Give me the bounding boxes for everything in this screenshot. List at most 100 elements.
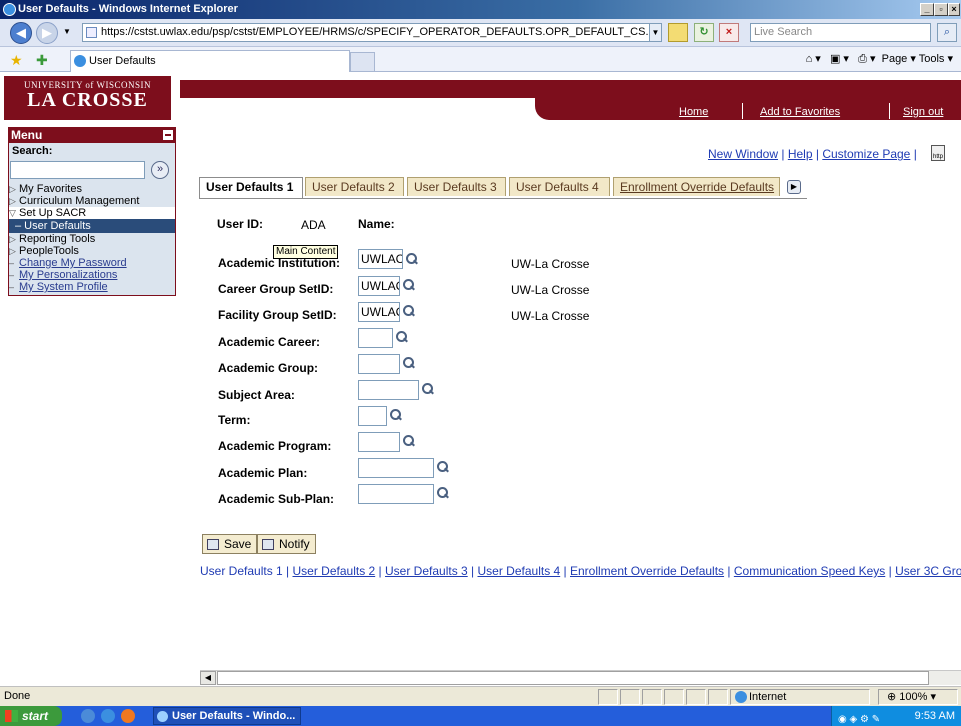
lookup-icon[interactable] — [422, 383, 433, 394]
menu-item-change-my-password[interactable]: – Change My Password — [9, 257, 175, 269]
address-dropdown[interactable]: ▼ — [649, 23, 662, 42]
logo-line1: UNIVERSITY of WISCONSIN — [24, 80, 151, 90]
menu-item-set-up-sacr[interactable]: ▽ Set Up SACR — [9, 207, 175, 219]
minimize-button[interactable]: _ — [920, 3, 934, 16]
home-link[interactable]: Home — [679, 106, 708, 118]
scroll-left-button[interactable]: ◀ — [200, 671, 216, 685]
term-input[interactable] — [358, 406, 387, 426]
menu-item-my-favorites[interactable]: ▷ My Favorites — [9, 183, 175, 195]
firefox-icon[interactable] — [121, 709, 135, 723]
desktop-icon[interactable] — [81, 709, 95, 723]
menu-item-my-system-profile[interactable]: – My System Profile — [9, 281, 175, 295]
academic-program-input[interactable] — [358, 432, 400, 452]
lookup-icon[interactable] — [406, 253, 417, 264]
horizontal-scrollbar[interactable]: ◀ — [200, 670, 961, 685]
menu-item-reporting-tools[interactable]: ▷ Reporting Tools — [9, 233, 175, 245]
forward-button[interactable]: ▶ — [36, 22, 58, 44]
address-bar-row: ◀ ▶ ▼ https://cstst.uwlax.edu/psp/cstst/… — [0, 19, 961, 47]
collapse-menu-icon[interactable] — [163, 130, 173, 140]
menu-item-label: Curriculum Management — [19, 195, 140, 207]
academic-sub-plan-input[interactable] — [358, 484, 434, 504]
start-button[interactable]: start — [0, 706, 62, 726]
system-tray: ◉ ◈ ⚙ ✎ 9:53 AM — [831, 706, 961, 726]
zoom-control[interactable]: ⊕ 100% ▾ — [878, 689, 958, 705]
tray-icons[interactable]: ◉ ◈ ⚙ ✎ — [838, 710, 880, 726]
customize-page-link[interactable]: Customize Page — [822, 147, 910, 161]
user-defaults-3-link[interactable]: User Defaults 3 — [385, 564, 468, 578]
menu-item-user-defaults[interactable]: – User Defaults — [9, 219, 175, 233]
history-dropdown[interactable]: ▼ — [63, 27, 71, 36]
menu-link[interactable]: My System Profile — [19, 281, 108, 293]
tab-user-defaults-1[interactable]: User Defaults 1 — [199, 177, 303, 198]
address-input[interactable]: https://cstst.uwlax.edu/psp/cstst/EMPLOY… — [82, 23, 662, 42]
http-help-icon[interactable]: http — [931, 145, 945, 161]
header-nav-bar — [535, 98, 961, 120]
maximize-button[interactable]: ▫ — [934, 3, 948, 16]
security-zone[interactable]: Internet — [730, 689, 870, 705]
lookup-icon[interactable] — [403, 305, 414, 316]
career-group-setid-input[interactable]: UWLAC — [358, 276, 400, 296]
lookup-icon[interactable] — [437, 487, 448, 498]
lookup-icon[interactable] — [403, 279, 414, 290]
academic-institution-desc: UW-La Crosse — [511, 257, 590, 271]
favorites-star-icon[interactable]: ★ — [10, 52, 23, 69]
command-bar[interactable]: ⌂ ▾ ▣ ▾ ⎙ ▾ Page ▾ Tools ▾ — [806, 52, 953, 66]
ie-icon[interactable] — [101, 709, 115, 723]
close-button[interactable]: × — [948, 3, 960, 16]
menu-link[interactable]: My Personalizations — [19, 269, 117, 281]
scrollbar-thumb[interactable] — [217, 671, 929, 685]
lookup-icon[interactable] — [390, 409, 401, 420]
taskbar-item-user-defaults[interactable]: User Defaults - Windo... — [153, 707, 301, 725]
browser-tab-user-defaults[interactable]: User Defaults — [70, 50, 350, 72]
help-link[interactable]: Help — [788, 147, 813, 161]
task-label: User Defaults - Windo... — [172, 710, 296, 722]
menu-link[interactable]: Change My Password — [19, 257, 127, 269]
next-tab-arrow-icon[interactable]: ▶ — [787, 180, 801, 194]
subject-area-input[interactable] — [358, 380, 419, 400]
live-search-input[interactable]: Live Search — [750, 23, 931, 42]
enrollment-override-defaults-link[interactable]: Enrollment Override Defaults — [570, 564, 724, 578]
user-defaults-4-link[interactable]: User Defaults 4 — [478, 564, 561, 578]
lookup-icon[interactable] — [403, 357, 414, 368]
academic-career-input[interactable] — [358, 328, 393, 348]
new-tab-button[interactable] — [350, 52, 375, 72]
user-3c-groups-link[interactable]: User 3C Groups S — [895, 564, 961, 578]
new-window-link[interactable]: New Window — [708, 147, 778, 161]
academic-group-input[interactable] — [358, 354, 400, 374]
sign-out-link[interactable]: Sign out — [903, 106, 943, 118]
tab-enrollment-override-defaults[interactable]: Enrollment Override Defaults — [613, 177, 780, 196]
menu-title: Menu — [11, 128, 43, 142]
lookup-icon[interactable] — [437, 461, 448, 472]
menu-item-curriculum-management[interactable]: ▷ Curriculum Management — [9, 195, 175, 207]
zoom-label: 100% — [899, 691, 928, 703]
menu-item-label: Set Up SACR — [19, 207, 87, 219]
academic-plan-input[interactable] — [358, 458, 434, 478]
bottom-page-links: User Defaults 1 | User Defaults 2 | User… — [200, 564, 961, 578]
tab-user-defaults-4[interactable]: User Defaults 4 — [509, 177, 610, 196]
add-to-favorites-link[interactable]: Add to Favorites — [760, 106, 840, 118]
tab-user-defaults-2[interactable]: User Defaults 2 — [305, 177, 404, 196]
user-defaults-2-link[interactable]: User Defaults 2 — [293, 564, 376, 578]
status-cell — [664, 689, 684, 705]
window-title: User Defaults - Windows Internet Explore… — [18, 3, 238, 15]
save-button[interactable]: Save — [202, 534, 258, 554]
facility-group-setid-input[interactable]: UWLAC — [358, 302, 400, 322]
search-button[interactable]: ⌕ — [937, 23, 957, 42]
tab-user-defaults-3[interactable]: User Defaults 3 — [407, 177, 506, 196]
menu-item-my-personalizations[interactable]: – My Personalizations — [9, 269, 175, 281]
back-button[interactable]: ◀ — [10, 22, 32, 44]
window-title-bar[interactable]: User Defaults - Windows Internet Explore… — [0, 0, 961, 19]
add-favorite-icon[interactable]: ✚ — [36, 52, 48, 69]
refresh-button[interactable]: ↻ — [694, 23, 714, 42]
menu-search-go-button[interactable]: » — [151, 161, 169, 179]
stop-button[interactable]: × — [719, 23, 739, 42]
lock-icon[interactable] — [668, 23, 688, 42]
globe-icon — [735, 691, 747, 703]
lookup-icon[interactable] — [396, 331, 407, 342]
notify-button[interactable]: Notify — [257, 534, 316, 554]
lookup-icon[interactable] — [403, 435, 414, 446]
academic-institution-input[interactable]: UWLAC — [358, 249, 403, 269]
menu-search-input[interactable] — [10, 161, 145, 179]
menu-item-peopletools[interactable]: ▷ PeopleTools — [9, 245, 175, 257]
communication-speed-keys-link[interactable]: Communication Speed Keys — [734, 564, 885, 578]
